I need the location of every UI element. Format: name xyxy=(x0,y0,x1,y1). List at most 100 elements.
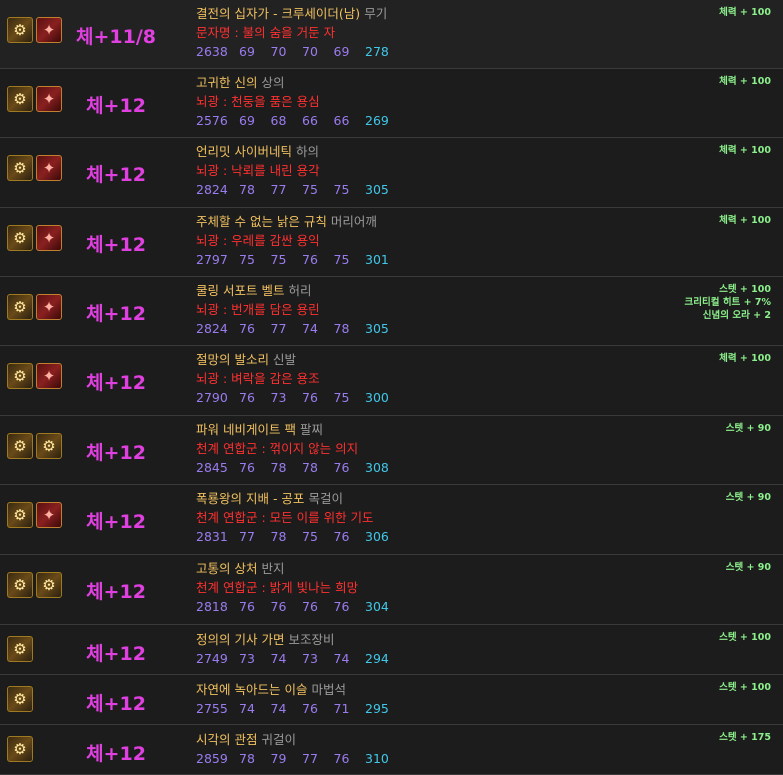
stat-value: 76 xyxy=(302,252,318,267)
equipment-row[interactable]: ⚙ ✦ 체+12 쿨링 서포트 벨트 허리 뇌광 : 번개를 담은 용린 2824 76 77 7… xyxy=(0,277,783,346)
item-name[interactable]: 폭룡왕의 지배 - 공포 xyxy=(196,491,304,506)
equipment-row[interactable]: ⚙ ✦ 체+12 절망의 발소리 신발 뇌광 : 벼락을 감은 용조 2790 76 73 76 7… xyxy=(0,346,783,416)
item-name-line: 언리밋 사이버네틱 하의 xyxy=(196,142,389,161)
item-name-line: 결전의 십자가 - 크루세이더(남) 무기 xyxy=(196,4,389,23)
equipment-row[interactable]: ⚙ 체+12 시각의 관점 귀걸이 2859 78 79 77 76 310 스텟 + 175 xyxy=(0,725,783,775)
gear-icon[interactable]: ⚙ xyxy=(7,17,33,43)
red-gear-icon[interactable]: ✦ xyxy=(36,17,62,43)
gear-icon[interactable]: ⚙ xyxy=(7,155,33,181)
item-slot: 하의 xyxy=(295,144,319,159)
equipment-row[interactable]: ⚙ ✦ 체+11/8 결전의 십자가 - 크루세이더(남) 무기 문자명 : 불의 숨을 … xyxy=(0,0,783,69)
enhance-level: 체+12 xyxy=(86,303,146,325)
gear-icon[interactable]: ⚙ xyxy=(7,294,33,320)
stat-value: 295 xyxy=(365,701,389,716)
stat-value: 78 xyxy=(270,529,287,544)
item-name[interactable]: 고귀한 신의 xyxy=(196,75,257,90)
item-stats: 2790 76 73 76 75 300 xyxy=(196,388,389,407)
item-info: 시각의 관점 귀걸이 2859 78 79 77 76 310 xyxy=(196,730,389,768)
stat-value: 74 xyxy=(270,651,287,666)
gear-icon[interactable]: ⚙ xyxy=(7,502,33,528)
equipment-row[interactable]: ⚙ ⚙ 체+12 고통의 상처 반지 천계 연합군 : 밝게 빛나는 희망 2818 76 76… xyxy=(0,555,783,625)
stat-value: 73 xyxy=(239,651,255,666)
item-info: 정의의 기사 가면 보조장비 2749 73 74 73 74 294 xyxy=(196,630,389,668)
stat-value: 77 xyxy=(239,529,255,544)
stat-value: 75 xyxy=(270,252,287,267)
enhance-level: 체+12 xyxy=(86,442,146,464)
equipment-row[interactable]: ⚙ ⚙ 체+12 파워 네비게이트 팩 팔찌 천계 연합군 : 꺾이지 않는 의지 2845… xyxy=(0,416,783,485)
item-icons: ⚙ ✦ xyxy=(7,294,62,320)
item-name[interactable]: 쿨링 서포트 벨트 xyxy=(196,283,284,298)
item-name[interactable]: 파워 네비게이트 팩 xyxy=(196,422,296,437)
gear-icon[interactable]: ⚙ xyxy=(7,636,33,662)
item-stats: 2749 73 74 73 74 294 xyxy=(196,649,389,668)
item-stats: 2755 74 74 76 71 295 xyxy=(196,699,389,718)
gear-icon[interactable]: ⚙ xyxy=(7,433,33,459)
item-icons: ⚙ xyxy=(7,736,33,762)
gear-icon[interactable]: ⚙ xyxy=(7,686,33,712)
item-stats: 2831 77 78 75 76 306 xyxy=(196,527,389,546)
item-option: 문자명 : 불의 숨을 거둔 자 xyxy=(196,25,336,40)
stat-value: 78 xyxy=(302,460,318,475)
stat-value: 2755 xyxy=(196,701,228,716)
gear-icon[interactable]: ⚙ xyxy=(7,225,33,251)
red-gear-icon[interactable]: ✦ xyxy=(36,363,62,389)
item-info: 언리밋 사이버네틱 하의 뇌광 : 낙뢰를 내린 용각 2824 78 77 75 75 305 xyxy=(196,142,389,199)
item-name[interactable]: 자연에 녹아드는 이슬 xyxy=(196,682,307,697)
enhance-level: 체+12 xyxy=(86,234,146,256)
bonus-line: 체력 + 100 xyxy=(719,215,771,226)
bonus-line: 체력 + 100 xyxy=(719,353,771,364)
enhance-level: 체+12 xyxy=(86,643,146,665)
item-info: 주체할 수 없는 낡은 규칙 머리어깨 뇌광 : 우레를 감싼 용익 2797 75 75… xyxy=(196,212,389,269)
item-info: 결전의 십자가 - 크루세이더(남) 무기 문자명 : 불의 숨을 거둔 자 2638… xyxy=(196,4,389,61)
item-name[interactable]: 절망의 발소리 xyxy=(196,352,269,367)
equipment-row[interactable]: ⚙ ✦ 체+12 언리밋 사이버네틱 하의 뇌광 : 낙뢰를 내린 용각 2824 78 77 7… xyxy=(0,138,783,208)
red-gear-icon[interactable]: ✦ xyxy=(36,294,62,320)
stat-value: 71 xyxy=(333,701,350,716)
stat-value: 68 xyxy=(270,113,287,128)
red-gear-icon[interactable]: ✦ xyxy=(36,86,62,112)
gear-icon[interactable]: ⚙ xyxy=(36,433,62,459)
item-name[interactable]: 고통의 상처 xyxy=(196,561,257,576)
stat-value: 75 xyxy=(333,182,350,197)
equipment-row[interactable]: ⚙ ✦ 체+12 폭룡왕의 지배 - 공포 목걸이 천계 연합군 : 모든 이를 위한 기… xyxy=(0,485,783,555)
stat-value: 73 xyxy=(302,651,318,666)
bonus-stats: 스텟 + 100 xyxy=(719,681,771,694)
item-name[interactable]: 결전의 십자가 - 크루세이더(남) xyxy=(196,6,360,21)
gear-icon[interactable]: ⚙ xyxy=(7,572,33,598)
stat-value: 74 xyxy=(239,701,255,716)
stat-value: 310 xyxy=(365,751,389,766)
bonus-line: 크리티컬 히트 + 7% xyxy=(684,297,771,308)
stat-value: 74 xyxy=(333,651,350,666)
item-slot: 귀걸이 xyxy=(261,732,296,747)
enhance-level: 체+12 xyxy=(86,372,146,394)
stat-value: 2818 xyxy=(196,599,228,614)
item-name[interactable]: 정의의 기사 가면 xyxy=(196,632,284,647)
red-gear-icon[interactable]: ✦ xyxy=(36,155,62,181)
item-slot: 마법석 xyxy=(311,682,346,697)
equipment-row[interactable]: ⚙ 체+12 정의의 기사 가면 보조장비 2749 73 74 73 74 294 스텟 + 10… xyxy=(0,625,783,675)
item-icons: ⚙ xyxy=(7,636,33,662)
item-icons: ⚙ ✦ xyxy=(7,17,62,43)
equipment-row[interactable]: ⚙ ✦ 체+12 주체할 수 없는 낡은 규칙 머리어깨 뇌광 : 우레를 감싼 용익 27… xyxy=(0,208,783,277)
gear-icon[interactable]: ⚙ xyxy=(36,572,62,598)
item-name[interactable]: 언리밋 사이버네틱 xyxy=(196,144,292,159)
item-name[interactable]: 주체할 수 없는 낡은 규칙 xyxy=(196,214,327,229)
stat-value: 76 xyxy=(333,751,350,766)
red-gear-icon[interactable]: ✦ xyxy=(36,225,62,251)
red-gear-icon[interactable]: ✦ xyxy=(36,502,62,528)
stat-value: 294 xyxy=(365,651,389,666)
item-info: 파워 네비게이트 팩 팔찌 천계 연합군 : 꺾이지 않는 의지 2845 76 78 78… xyxy=(196,420,389,477)
stat-value: 69 xyxy=(239,44,255,59)
gear-icon[interactable]: ⚙ xyxy=(7,86,33,112)
gear-icon[interactable]: ⚙ xyxy=(7,736,33,762)
item-stats: 2859 78 79 77 76 310 xyxy=(196,749,389,768)
item-icons: ⚙ ✦ xyxy=(7,155,62,181)
stat-value: 74 xyxy=(270,701,287,716)
item-name[interactable]: 시각의 관점 xyxy=(196,732,257,747)
equipment-row[interactable]: ⚙ ✦ 체+12 고귀한 신의 상의 뇌광 : 천둥을 품은 용심 2576 69 68 66 66… xyxy=(0,69,783,138)
bonus-stats: 체력 + 100 xyxy=(719,214,771,227)
item-slot: 무기 xyxy=(364,6,388,21)
item-option: 뇌광 : 우레를 감싼 용익 xyxy=(196,233,320,248)
gear-icon[interactable]: ⚙ xyxy=(7,363,33,389)
equipment-row[interactable]: ⚙ 체+12 자연에 녹아드는 이슬 마법석 2755 74 74 76 71 295 스텟 + 1… xyxy=(0,675,783,725)
